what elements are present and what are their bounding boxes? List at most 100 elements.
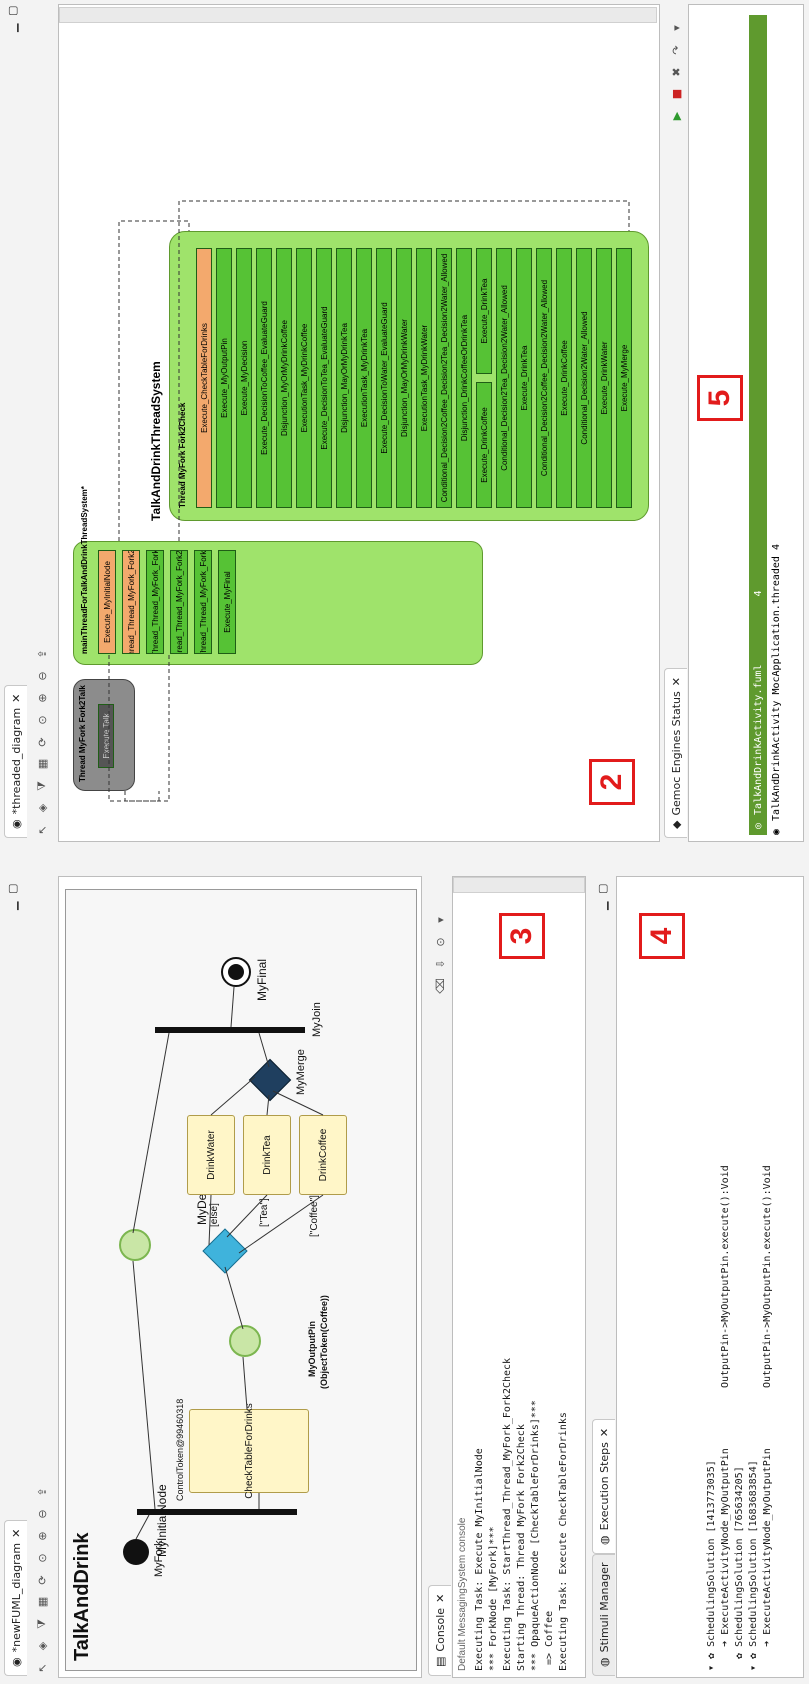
right-diagram-scrollbar[interactable] bbox=[59, 7, 657, 23]
tab-console[interactable]: ▤ Console ✕ bbox=[428, 1584, 451, 1676]
engine-row[interactable]: ◉ TalkAndDrinkActivity MocApplication.th… bbox=[771, 544, 782, 835]
tree-row-label: SchedulingSolution [1683683854] bbox=[748, 1460, 759, 1647]
select-tool-icon[interactable]: ↖ bbox=[34, 1660, 50, 1676]
execution-steps-tree: ▾ ✿ SchedulingSolution [1413773035] ➜ Ex… bbox=[705, 1165, 775, 1671]
workbench: ◉ *newFUML_diagram ✕ ▁ ▢ ↖ ◈ ⧩ ▦ ⟳ ⊙ ⊕ ⊖… bbox=[0, 0, 809, 1684]
engine-name: TalkAndDrinkActivity.fuml bbox=[752, 664, 764, 815]
minimize-steps-button[interactable]: ▁ bbox=[596, 902, 609, 910]
layer-icon[interactable]: ◈ bbox=[34, 800, 50, 816]
console-icon: ▤ bbox=[433, 1656, 447, 1667]
refresh-icon[interactable]: ⟳ bbox=[34, 1572, 50, 1588]
tree-row[interactable]: ➜ ExecuteActivityNode_MyOutputPin Output… bbox=[719, 1165, 733, 1671]
steps-icon: ◍ bbox=[597, 1535, 611, 1545]
diagram-file-icon: ◉ bbox=[9, 819, 23, 829]
steps-tab-label: Execution Steps bbox=[597, 1442, 611, 1531]
tree-row-label: SchedulingSolution [1413773035] bbox=[706, 1460, 717, 1647]
diagram-file-icon: ◉ bbox=[9, 1657, 23, 1667]
layer-icon[interactable]: ◈ bbox=[34, 1638, 50, 1654]
badge-3-label: 3 bbox=[505, 927, 538, 945]
tab-stimuli-manager[interactable]: ◍ Stimuli Manager bbox=[592, 1553, 615, 1676]
right-diagram-toolbar: ↖ ◈ ⧩ ▦ ⟳ ⊙ ⊕ ⊖ ⇪ bbox=[30, 646, 54, 838]
layout-icon[interactable]: ▦ bbox=[34, 1594, 50, 1610]
console-tab-label: Console bbox=[433, 1607, 447, 1652]
zoom-out-icon[interactable]: ⊖ bbox=[34, 1506, 50, 1522]
execution-steps-panel[interactable]: 4 ▾ ✿ SchedulingSolution [1413773035] ➜ … bbox=[616, 876, 804, 1678]
tree-row[interactable]: ▾ ✿ SchedulingSolution [1413773035] bbox=[705, 1165, 719, 1671]
engines-tab-label: Gemoc Engines Status bbox=[669, 691, 683, 816]
tree-row-detail: OutputPin->MyOutputPin.execute():Void bbox=[762, 1165, 773, 1389]
right-diagram-canvas[interactable]: 2 Thread MyFork Fork2Talk Execute Talk m… bbox=[58, 4, 660, 842]
tab-label: *threaded_diagram bbox=[9, 707, 23, 815]
badge-4: 4 bbox=[639, 913, 685, 959]
step-icon[interactable]: ↷ bbox=[668, 42, 684, 58]
zoom-in-icon[interactable]: ⊕ bbox=[34, 1528, 50, 1544]
tree-row-detail: OutputPin->MyOutputPin.execute():Void bbox=[720, 1165, 731, 1389]
select-tool-icon[interactable]: ↖ bbox=[34, 822, 50, 838]
tab-threaded-diagram[interactable]: ◉ *threaded_diagram ✕ bbox=[4, 684, 27, 838]
resume-icon[interactable]: ▶ bbox=[668, 108, 684, 124]
minimize-button[interactable]: ▁ bbox=[6, 902, 19, 910]
tab-label: *newFUML_diagram bbox=[9, 1542, 23, 1653]
tree-row[interactable]: ▾ ✿ SchedulingSolution [1683683854] bbox=[747, 1165, 761, 1671]
tab-gemoc-engines-status[interactable]: ◆ Gemoc Engines Status ✕ bbox=[664, 668, 687, 838]
engine-name: TalkAndDrinkActivity MocApplication.thre… bbox=[771, 544, 782, 821]
remove-icon[interactable]: ✖ bbox=[668, 64, 684, 80]
maximize-steps-button[interactable]: ▢ bbox=[596, 884, 609, 894]
badge-5-label: 5 bbox=[703, 389, 736, 407]
close-icon[interactable]: ✕ bbox=[598, 1428, 611, 1437]
close-icon[interactable]: ✕ bbox=[670, 677, 683, 686]
filter-icon[interactable]: ⧩ bbox=[34, 778, 50, 794]
refresh-icon[interactable]: ⟳ bbox=[34, 734, 50, 750]
pin-icon[interactable]: ⊙ bbox=[34, 1550, 50, 1566]
close-icon[interactable]: ✕ bbox=[434, 1594, 447, 1603]
tree-row-label: SchedulingSolution [765634205] bbox=[734, 1466, 745, 1647]
pin-console-icon[interactable]: ⊙ bbox=[432, 934, 448, 950]
scroll-lock-icon[interactable]: ⇩ bbox=[432, 956, 448, 972]
tab-execution-steps[interactable]: ◍ Execution Steps ✕ bbox=[592, 1418, 615, 1554]
filter-icon[interactable]: ⧩ bbox=[34, 1616, 50, 1632]
tree-row[interactable]: ➜ ExecuteActivityNode_MyOutputPin Output… bbox=[761, 1165, 775, 1671]
export-icon[interactable]: ⇪ bbox=[34, 646, 50, 662]
thread-connectors bbox=[108, 200, 630, 802]
engine-icon: ◆ bbox=[669, 820, 683, 829]
stimuli-tab-label: Stimuli Manager bbox=[597, 1562, 611, 1653]
clear-console-icon[interactable]: ⌫ bbox=[432, 978, 448, 994]
engines-panel[interactable]: 5 ◎ TalkAndDrinkActivity.fuml 4 ◉ TalkAn… bbox=[688, 4, 804, 842]
tree-row-label: ExecuteActivityNode_MyOutputPin bbox=[720, 1448, 731, 1635]
engine-icon: ◉ bbox=[771, 828, 782, 835]
stimuli-icon: ◍ bbox=[597, 1657, 611, 1667]
stop-icon[interactable]: ■ bbox=[668, 86, 684, 102]
console-line: *** OpaqueActionNode [CheckTableForDrink… bbox=[530, 1400, 541, 1671]
maximize-button[interactable]: ▢ bbox=[6, 884, 19, 894]
export-icon[interactable]: ⇪ bbox=[34, 1484, 50, 1500]
menu-icon[interactable]: ▾ bbox=[668, 20, 684, 36]
zoom-out-icon[interactable]: ⊖ bbox=[34, 668, 50, 684]
engine-icon: ◎ bbox=[752, 822, 764, 829]
console-line: *** ForkNode [MyFork]*** bbox=[488, 1526, 499, 1672]
console-panel[interactable]: Default MessagingSystem console Executin… bbox=[452, 876, 586, 1678]
close-icon[interactable]: ✕ bbox=[10, 1529, 23, 1538]
tree-row-label: ExecuteActivityNode_MyOutputPin bbox=[762, 1448, 773, 1635]
open-console-icon[interactable]: ▾ bbox=[432, 912, 448, 928]
pin-icon[interactable]: ⊙ bbox=[34, 712, 50, 728]
badge-4-label: 4 bbox=[645, 927, 678, 945]
console-line: Executing Task: Execute MyInitialNode bbox=[474, 1448, 485, 1671]
minimize-right-button[interactable]: ▁ bbox=[6, 24, 19, 32]
console-line: Executing Task: Execute CheckTableForDri… bbox=[558, 1412, 569, 1671]
console-subtitle: Default MessagingSystem console bbox=[457, 1517, 468, 1671]
console-scrollbar[interactable] bbox=[453, 877, 585, 893]
console-line: Executing Task: StartThread_Thread_MyFor… bbox=[502, 1357, 513, 1671]
console-line: => Coffee bbox=[544, 1610, 555, 1671]
zoom-in-icon[interactable]: ⊕ bbox=[34, 690, 50, 706]
tree-row[interactable]: ✿ SchedulingSolution [765634205] bbox=[733, 1165, 747, 1671]
close-icon[interactable]: ✕ bbox=[10, 694, 23, 703]
layout-icon[interactable]: ▦ bbox=[34, 756, 50, 772]
engine-row-selected[interactable]: ◎ TalkAndDrinkActivity.fuml 4 bbox=[749, 15, 767, 835]
console-toolbar: ⌫ ⇩ ⊙ ▾ bbox=[428, 912, 452, 994]
console-line: Starting Thread: Thread MyFork Fork2Chec… bbox=[516, 1424, 527, 1671]
tab-newfuml-diagram[interactable]: ◉ *newFUML_diagram ✕ bbox=[4, 1519, 27, 1676]
maximize-right-button[interactable]: ▢ bbox=[6, 6, 19, 16]
badge-5: 5 bbox=[697, 375, 743, 421]
badge-3: 3 bbox=[499, 913, 545, 959]
left-diagram-canvas[interactable]: 1 TalkAndDrink MyInitialNode MyFork Cont… bbox=[58, 876, 422, 1678]
